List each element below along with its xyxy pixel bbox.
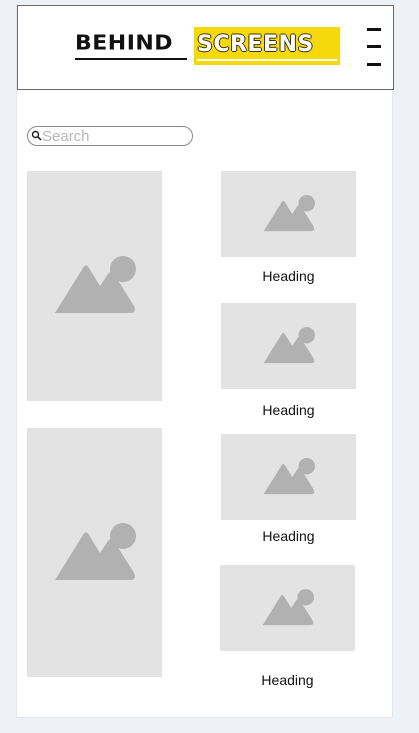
card-image-placeholder[interactable]: [220, 565, 355, 651]
image-placeholder-icon: [262, 195, 315, 232]
site-logo[interactable]: BEHIND SCREENS: [75, 27, 340, 65]
search-input[interactable]: [42, 128, 187, 144]
logo-text-behind: BEHIND: [75, 32, 174, 55]
image-placeholder-icon: [262, 458, 315, 495]
image-placeholder-icon: [261, 589, 314, 626]
hamburger-menu-icon[interactable]: [367, 28, 381, 66]
logo-underline: [75, 58, 187, 60]
image-placeholder-icon: [53, 256, 136, 313]
logo-screens-underline: [197, 59, 337, 61]
logo-text-screens: SCREENS: [197, 32, 314, 57]
logo-screens-box: SCREENS: [194, 27, 340, 65]
card-heading: Heading: [262, 528, 315, 544]
card-image-placeholder[interactable]: [221, 171, 356, 257]
image-placeholder-icon: [53, 522, 136, 580]
image-placeholder-large[interactable]: [27, 428, 162, 677]
card-heading: Heading: [262, 402, 315, 418]
search-bar[interactable]: [27, 126, 193, 146]
site-header: BEHIND SCREENS: [17, 5, 394, 90]
page: BEHIND SCREENS Search Heading Heading He…: [16, 5, 394, 718]
card-heading: Heading: [261, 672, 314, 688]
card-heading: Heading: [262, 268, 315, 284]
card-image-placeholder[interactable]: [221, 303, 356, 389]
card-image-placeholder[interactable]: [221, 434, 356, 520]
image-placeholder-icon: [262, 327, 315, 364]
image-placeholder-large[interactable]: [27, 171, 162, 401]
